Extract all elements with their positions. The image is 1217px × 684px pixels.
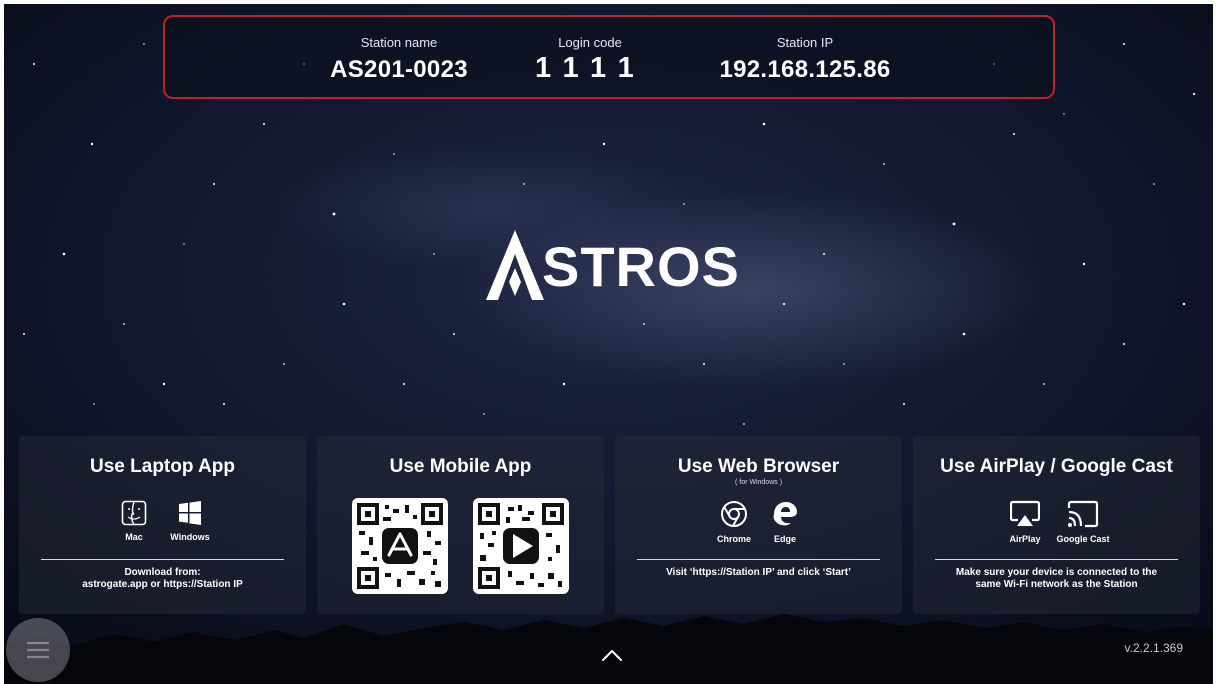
google-play-qr-icon	[478, 503, 564, 589]
panel-title: Use Mobile App	[389, 456, 532, 477]
windows-option: Windows	[162, 500, 218, 542]
panel-subtitle: ( for Windows )	[734, 479, 783, 486]
chrome-label: Chrome	[716, 534, 751, 544]
note-line: astrogate.app or https://Station IP	[82, 579, 243, 590]
google-cast-label: Google Cast	[1056, 534, 1110, 544]
mac-finder-icon	[121, 500, 147, 526]
windows-label: Windows	[170, 532, 210, 542]
station-ip-block: Station IP 192.168.125.86	[710, 35, 900, 84]
airplay-cast-panel: Use AirPlay / Google Cast AirPlay Google…	[913, 436, 1200, 614]
station-name-value: AS201-0023	[330, 56, 468, 83]
laptop-app-panel: Use Laptop App Mac Windows Download from…	[19, 436, 306, 614]
note-line: Download from:	[124, 567, 201, 578]
web-browser-panel: Use Web Browser ( for Windows ) Chrome E…	[615, 436, 902, 614]
version-label: v.2.2.1.369	[1124, 641, 1184, 655]
wifi-network-note: Make sure your device is connected to th…	[913, 567, 1200, 591]
airplay-option: AirPlay	[997, 500, 1053, 544]
login-code-label: Login code	[558, 35, 622, 50]
note-line: same Wi-Fi network as the Station	[975, 579, 1138, 590]
app-store-qr-icon	[357, 503, 443, 589]
station-name-label: Station name	[360, 35, 438, 50]
google-play-qr-code[interactable]	[473, 498, 569, 594]
station-ip-label: Station IP	[776, 35, 834, 50]
app-store-qr-code[interactable]	[352, 498, 448, 594]
login-code-block: Login code 1111	[535, 35, 645, 85]
panel-title: Use AirPlay / Google Cast	[940, 456, 1173, 477]
panel-divider	[935, 559, 1178, 560]
menu-button[interactable]	[6, 618, 70, 682]
chevron-up-icon[interactable]	[600, 647, 624, 663]
note-line: Make sure your device is connected to th…	[955, 567, 1158, 578]
google-cast-icon	[1067, 500, 1099, 528]
hamburger-menu-icon	[26, 641, 50, 659]
windows-icon	[179, 501, 201, 525]
google-cast-option: Google Cast	[1051, 500, 1115, 544]
login-code-value: 1111	[535, 52, 647, 84]
chrome-icon	[721, 501, 747, 527]
airplay-icon	[1010, 500, 1040, 526]
panel-title: Use Web Browser	[677, 456, 840, 477]
station-home-screen: Station name AS201-0023 Login code 1111 …	[4, 4, 1213, 684]
panel-title: Use Laptop App	[90, 456, 235, 477]
chrome-option: Chrome	[711, 500, 757, 544]
laptop-download-note: Download from: astrogate.app or https://…	[19, 567, 306, 591]
edge-option: Edge	[765, 500, 805, 544]
airplay-label: AirPlay	[1009, 534, 1041, 544]
web-browser-note: Visit ‘https://Station IP’ and click ‘St…	[666, 567, 851, 578]
panel-divider	[637, 559, 880, 560]
station-name-block: Station name AS201-0023	[319, 35, 479, 84]
astros-logo: STROS	[484, 226, 744, 306]
mac-label: Mac	[125, 532, 143, 542]
mobile-app-panel: Use Mobile App	[317, 436, 604, 614]
mac-option: Mac	[114, 500, 154, 542]
station-ip-value: 192.168.125.86	[719, 56, 891, 83]
edge-label: Edge	[773, 534, 796, 544]
edge-icon	[773, 502, 797, 526]
station-info-bar: Station name AS201-0023 Login code 1111 …	[163, 15, 1055, 99]
logo-text: STROS	[542, 235, 740, 298]
panel-divider	[41, 559, 284, 560]
astros-logo-mark-icon	[486, 230, 544, 300]
